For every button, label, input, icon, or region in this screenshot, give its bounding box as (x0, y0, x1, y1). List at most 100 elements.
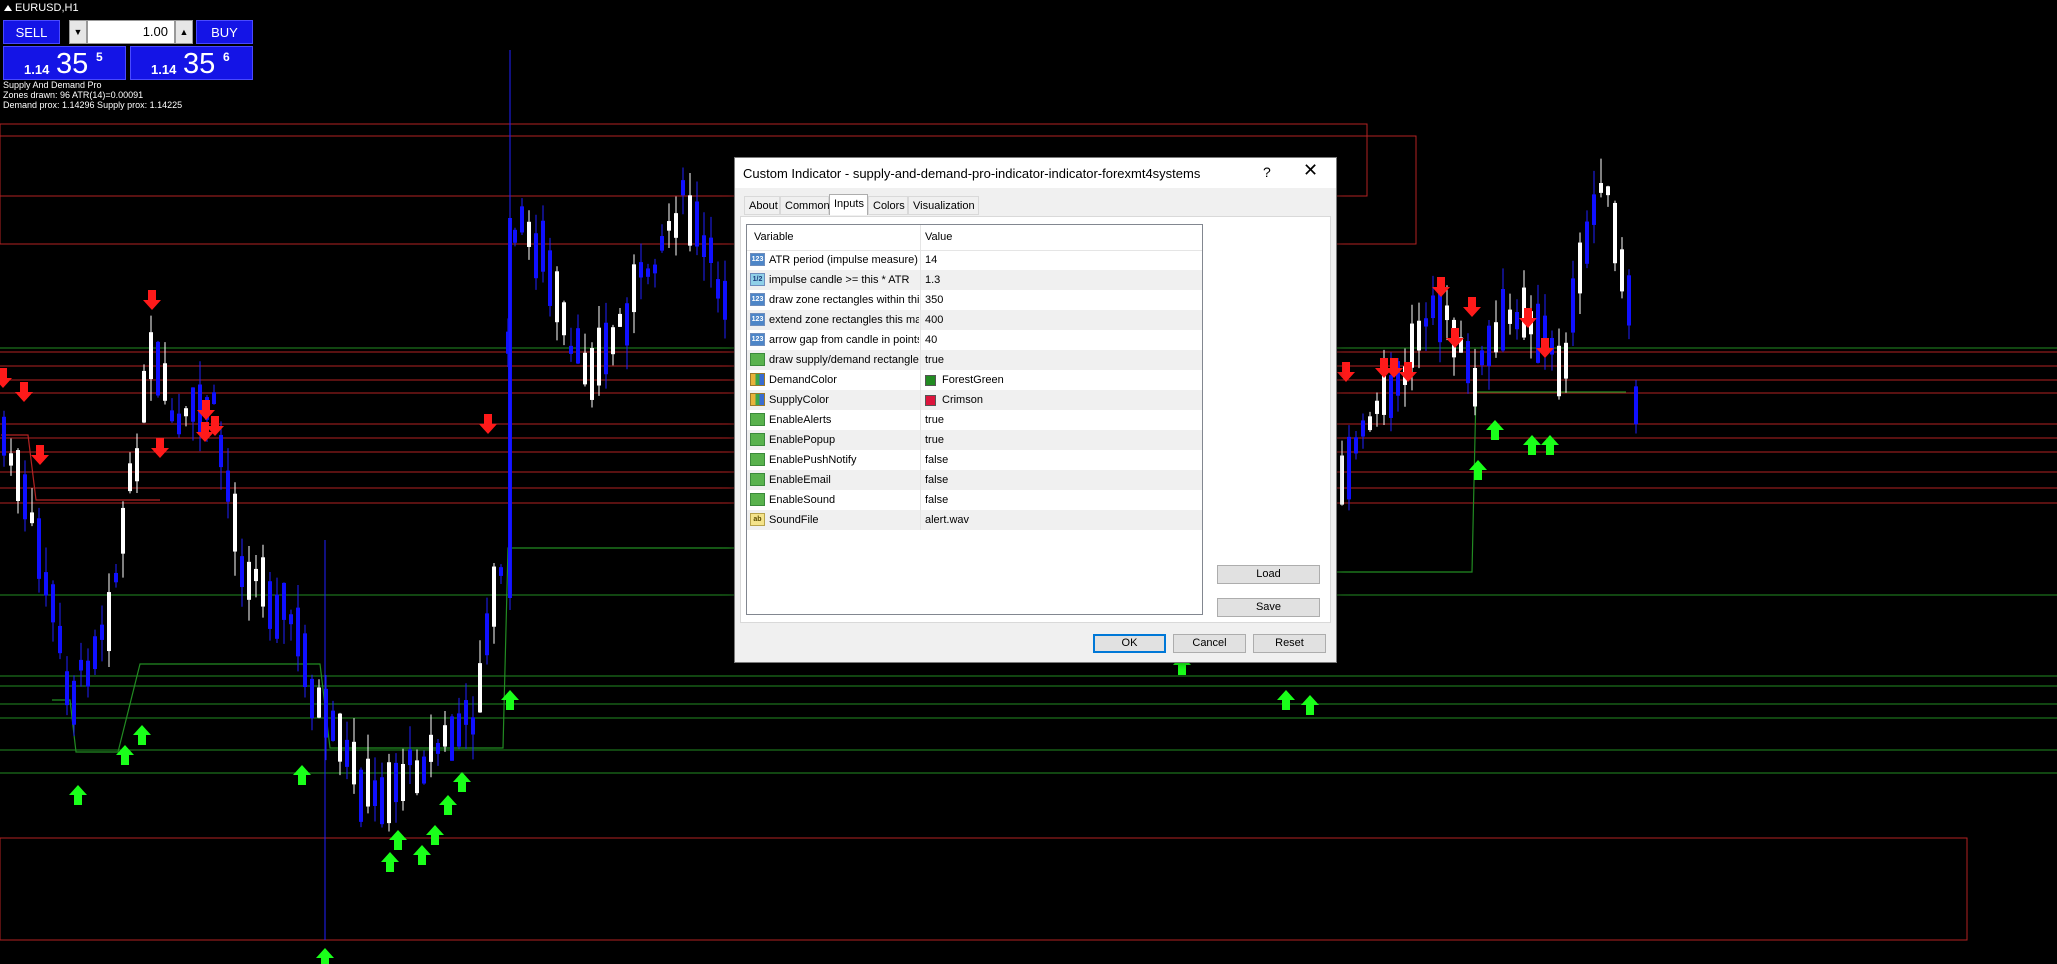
candle-bull (184, 408, 188, 417)
param-value[interactable]: true (925, 434, 944, 446)
buy-button[interactable]: BUY (196, 20, 253, 44)
buy-price[interactable]: 1.14 35 6 (130, 46, 253, 80)
color-swatch[interactable] (925, 375, 936, 386)
param-row[interactable]: ab SoundFile alert.wav (747, 510, 1202, 530)
candle-bull (9, 453, 13, 466)
candle-bear (639, 262, 643, 278)
reset-button[interactable]: Reset (1253, 634, 1326, 653)
param-value[interactable]: false (925, 494, 948, 506)
param-row[interactable]: draw supply/demand rectangles true (747, 350, 1202, 370)
ok-button[interactable]: OK (1093, 634, 1166, 653)
param-row[interactable]: EnablePopup true (747, 430, 1202, 450)
param-row[interactable]: EnablePushNotify false (747, 450, 1202, 470)
lot-dropdown-icon[interactable]: ▼ (69, 20, 87, 44)
param-value[interactable]: 40 (925, 334, 937, 346)
candle-bear (450, 716, 454, 761)
param-value[interactable]: false (925, 454, 948, 466)
candle-bear (296, 607, 300, 657)
param-value[interactable]: true (925, 414, 944, 426)
candle-bear (275, 594, 279, 639)
column-divider (920, 470, 921, 490)
column-variable[interactable]: Variable (754, 231, 794, 243)
candle-bull (1508, 309, 1512, 324)
candle-bear (534, 233, 538, 279)
column-value[interactable]: Value (925, 231, 952, 243)
param-row[interactable]: SupplyColor Crimson (747, 390, 1202, 410)
cancel-button[interactable]: Cancel (1173, 634, 1246, 653)
save-button[interactable]: Save (1217, 598, 1320, 617)
sell-button[interactable]: SELL (3, 20, 60, 44)
param-value[interactable]: Crimson (942, 394, 983, 406)
param-value[interactable]: 14 (925, 254, 937, 266)
tab-colors[interactable]: Colors (868, 196, 908, 215)
param-row[interactable]: 123 ATR period (impulse measure) 14 (747, 250, 1202, 270)
sell-arrow-icon (143, 290, 161, 310)
param-value[interactable]: ForestGreen (942, 374, 1004, 386)
param-value[interactable]: 350 (925, 294, 943, 306)
inputs-grid[interactable]: Variable Value 123 ATR period (impulse me… (746, 224, 1203, 615)
candle-bull (611, 327, 615, 355)
column-divider (920, 490, 921, 510)
candle-bull (163, 363, 167, 401)
lot-size-input[interactable]: 1.00 (87, 20, 175, 44)
bool-type-icon (750, 493, 765, 506)
sell-arrow-icon (1399, 362, 1417, 382)
sell-arrow-icon (1519, 308, 1537, 328)
candle-bull (555, 271, 559, 323)
param-row[interactable]: 1/2 impulse candle >= this * ATR 1.3 (747, 270, 1202, 290)
candle-bear (520, 206, 524, 233)
color-type-icon (750, 373, 765, 386)
param-value[interactable]: false (925, 474, 948, 486)
candle-bull (597, 327, 601, 386)
candle-bear (100, 624, 104, 640)
candle-bull (429, 734, 433, 762)
param-value[interactable]: true (925, 354, 944, 366)
param-value[interactable]: 400 (925, 314, 943, 326)
string-type-icon: ab (750, 513, 765, 526)
candle-bear (219, 434, 223, 468)
candle-bear (702, 235, 706, 258)
param-row[interactable]: 123 arrow gap from candle in points 40 (747, 330, 1202, 350)
candle-bear (1501, 289, 1505, 351)
int-type-icon: 123 (750, 253, 765, 266)
candle-bear (695, 201, 699, 247)
tab-visualization[interactable]: Visualization (908, 196, 979, 215)
param-value[interactable]: 1.3 (925, 274, 940, 286)
candle-bear (541, 220, 545, 272)
candle-bull (142, 370, 146, 423)
candle-bull (1613, 202, 1617, 264)
column-divider (920, 370, 921, 390)
param-row[interactable]: EnableSound false (747, 490, 1202, 510)
candle-bear (1571, 278, 1575, 333)
param-row[interactable]: DemandColor ForestGreen (747, 370, 1202, 390)
candle-bull (562, 302, 566, 336)
param-row[interactable]: 123 extend zone rectangles this many bars… (747, 310, 1202, 330)
param-row[interactable]: EnableAlerts true (747, 410, 1202, 430)
supply-zone (0, 837, 1968, 941)
tab-about[interactable]: About (744, 196, 780, 215)
candle-bull (674, 213, 678, 238)
close-icon[interactable]: ✕ (1303, 160, 1318, 181)
candle-bear (345, 739, 349, 767)
buy-arrow-icon (413, 845, 431, 865)
help-icon[interactable]: ? (1263, 164, 1271, 180)
param-name: draw zone rectangles within this many ba… (769, 294, 919, 306)
buy-arrow-icon (1469, 460, 1487, 480)
symbol-text: EURUSD,H1 (15, 2, 79, 14)
param-name: EnableAlerts (769, 414, 832, 426)
tab-common[interactable]: Common (780, 196, 830, 215)
param-row[interactable]: EnableEmail false (747, 470, 1202, 490)
buy-arrow-icon (133, 725, 151, 745)
load-button[interactable]: Load (1217, 565, 1320, 584)
column-divider[interactable] (920, 225, 921, 250)
color-swatch[interactable] (925, 395, 936, 406)
param-name: SupplyColor (769, 394, 829, 406)
sell-arrow-icon (1463, 297, 1481, 317)
one-click-trading-panel: SELL ▼ 1.00 ▲ BUY 1.14 35 5 1.14 35 6 (3, 20, 253, 82)
sell-arrow-icon (15, 382, 33, 402)
sell-price[interactable]: 1.14 35 5 (3, 46, 126, 80)
lot-increase-icon[interactable]: ▲ (175, 20, 193, 44)
param-value[interactable]: alert.wav (925, 514, 969, 526)
tab-inputs[interactable]: Inputs (829, 194, 868, 215)
param-row[interactable]: 123 draw zone rectangles within this many… (747, 290, 1202, 310)
